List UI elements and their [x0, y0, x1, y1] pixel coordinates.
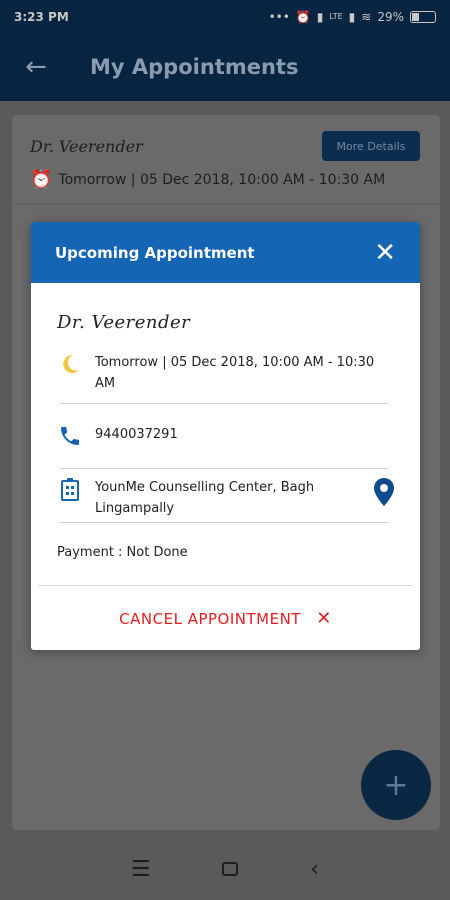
status-icons: ••• ⏰ ▮ LTE ▮ ≋ 29%: [269, 10, 436, 24]
divider: [59, 468, 389, 469]
cancel-appointment-button[interactable]: CANCEL APPOINTMENT ✕: [31, 608, 420, 629]
dialog-datetime: Tomorrow | 05 Dec 2018, 10:00 AM - 10:30…: [95, 355, 375, 391]
battery-icon: [410, 10, 436, 23]
dialog-address: YounMe Counselling Center, Bagh Lingampa…: [95, 480, 315, 516]
signal-icon: ▮: [316, 9, 324, 24]
dialog-datetime-row: Tomorrow | 05 Dec 2018, 10:00 AM - 10:30…: [55, 352, 395, 394]
card-doctor-name: Dr. Veerender: [30, 137, 143, 156]
dialog-title: Upcoming Appointment: [55, 243, 255, 262]
back-icon[interactable]: ‹: [310, 857, 319, 882]
building-icon: [55, 477, 85, 507]
home-icon[interactable]: [222, 862, 239, 876]
dialog-payment-status: Payment : Not Done: [57, 545, 188, 560]
appointment-card[interactable]: Dr. Veerender More Details ⏰ Tomorrow | …: [12, 115, 440, 205]
divider: [59, 403, 389, 404]
phone-icon: [55, 424, 85, 454]
add-appointment-button[interactable]: +: [361, 750, 431, 820]
arrow-left-icon[interactable]: ←: [0, 52, 72, 82]
card-datetime: Tomorrow | 05 Dec 2018, 10:00 AM - 10:30…: [58, 171, 386, 188]
close-icon[interactable]: ✕: [374, 240, 396, 266]
more-details-button[interactable]: More Details: [322, 131, 420, 161]
battery-percent: 29%: [377, 9, 404, 24]
moon-icon: [55, 352, 85, 382]
dialog-phone: 9440037291: [95, 427, 178, 442]
plus-icon: +: [383, 767, 409, 803]
dialog-doctor-name: Dr. Veerender: [57, 312, 191, 333]
cancel-appointment-label: CANCEL APPOINTMENT: [119, 610, 301, 628]
dialog-phone-row[interactable]: 9440037291: [55, 424, 395, 454]
status-bar: 3:23 PM ••• ⏰ ▮ LTE ▮ ≋ 29%: [0, 0, 450, 33]
appointment-dialog: Upcoming Appointment ✕ Dr. Veerender Tom…: [31, 222, 420, 650]
system-nav-bar: ☰ ‹: [0, 838, 450, 900]
dialog-header: Upcoming Appointment ✕: [31, 222, 420, 283]
divider: [38, 585, 413, 586]
card-datetime-row: ⏰ Tomorrow | 05 Dec 2018, 10:00 AM - 10:…: [30, 169, 385, 190]
close-icon: ✕: [316, 608, 332, 629]
app-bar: ← My Appointments: [0, 33, 450, 101]
alarm-icon: ⏰: [295, 9, 311, 24]
recents-icon[interactable]: ☰: [131, 857, 151, 882]
map-pin-icon[interactable]: [373, 477, 395, 513]
volte-icon: LTE: [329, 12, 343, 21]
dialog-address-row: YounMe Counselling Center, Bagh Lingampa…: [55, 477, 395, 519]
status-time: 3:23 PM: [14, 9, 69, 24]
more-icon: •••: [268, 9, 290, 24]
wifi-icon: ≋: [361, 9, 372, 24]
page-title: My Appointments: [90, 55, 299, 79]
alarm-clock-icon: ⏰: [30, 169, 53, 190]
signal-icon: ▮: [348, 9, 356, 24]
divider: [59, 522, 389, 523]
